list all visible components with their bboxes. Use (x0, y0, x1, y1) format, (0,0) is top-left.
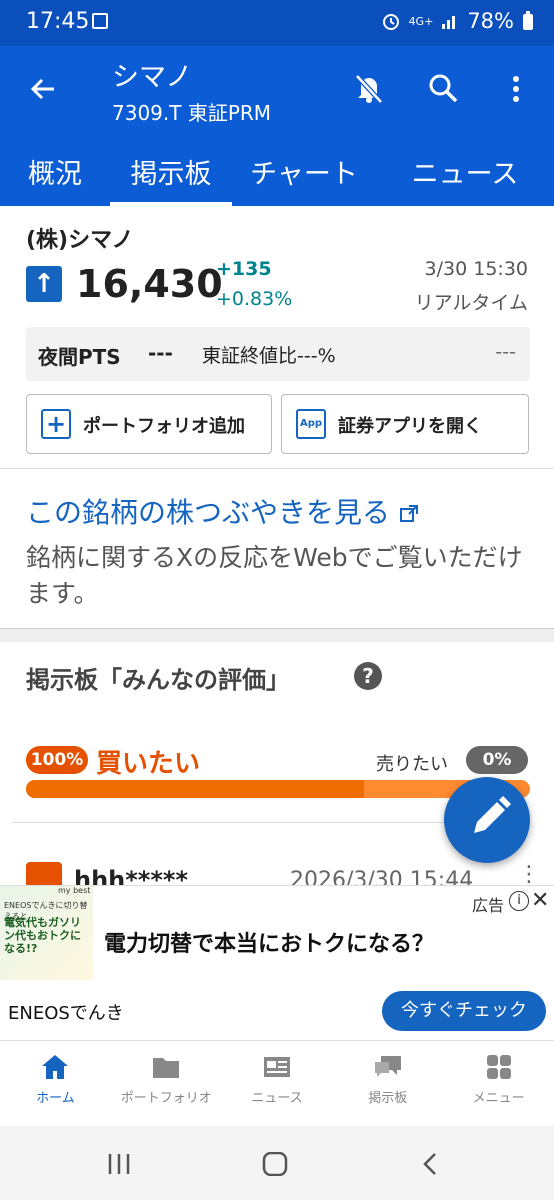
ticker-subtitle: 7309.T 東証PRM (112, 101, 272, 125)
home-button-icon[interactable] (262, 1152, 288, 1176)
nav-bbs[interactable]: 掲示板 (332, 1041, 443, 1126)
sell-percentage-badge: 0% (466, 746, 528, 774)
pts-panel: 夜間PTS --- 東証終値比---% --- (26, 327, 530, 381)
ad-image-headline: 電気代もガソリン代もおトクになる!? (4, 916, 81, 955)
grid-menu-icon (486, 1055, 511, 1079)
ad-cta-button[interactable]: 今すぐチェック (382, 991, 546, 1031)
home-icon (42, 1055, 69, 1079)
system-navigation-bar (0, 1126, 554, 1200)
app-icon: App (296, 409, 326, 439)
section-separator (0, 628, 554, 642)
ad-info-icon[interactable]: i (509, 891, 529, 911)
pts-value: --- (148, 341, 173, 365)
network-label: 4G+ (408, 14, 434, 28)
add-portfolio-label: ポートフォリオ追加 (83, 416, 245, 437)
clock: 17:45 (26, 9, 90, 34)
nav-news[interactable]: ニュース (222, 1041, 333, 1126)
recent-apps-icon[interactable] (106, 1152, 132, 1176)
back-button-icon[interactable] (420, 1152, 440, 1176)
ad-label: 広告 (472, 896, 505, 915)
tab-bbs[interactable]: 掲示板 (110, 140, 232, 206)
nav-portfolio-label: ポートフォリオ (120, 1091, 212, 1106)
bottom-navigation: ホーム ポートフォリオ ニュース 掲示板 メニュー (0, 1040, 554, 1126)
pts-right-value: --- (495, 341, 516, 363)
signal-icon (442, 16, 456, 29)
add-portfolio-button[interactable]: + ポートフォリオ追加 (26, 394, 272, 454)
divider (0, 468, 554, 469)
price-time: 3/30 15:30 (424, 258, 528, 280)
more-vert-icon[interactable] (506, 73, 526, 107)
nav-menu-label: メニュー (472, 1091, 525, 1106)
nav-home[interactable]: ホーム (0, 1041, 111, 1126)
ad-advertiser: ENEOSでんき (8, 1003, 124, 1024)
newspaper-icon (263, 1057, 290, 1077)
help-icon[interactable]: ? (354, 662, 382, 690)
tsubuyaki-description: 銘柄に関するXの反応をWebでご覧いただけます。 (26, 543, 523, 608)
battery-level: 78% (467, 9, 514, 33)
page-title: シマノ (112, 62, 193, 93)
nav-bbs-label: 掲示板 (368, 1091, 408, 1106)
search-icon[interactable] (426, 71, 460, 105)
realtime-label: リアルタイム (414, 292, 528, 314)
folder-icon (153, 1058, 180, 1078)
nav-home-label: ホーム (36, 1091, 75, 1106)
pts-ratio: 東証終値比---% (202, 345, 336, 367)
bell-off-icon[interactable] (352, 71, 386, 105)
pencil-icon (474, 796, 511, 833)
tab-overview[interactable]: 概況 (0, 140, 110, 206)
rating-bar-buy-fill (26, 780, 364, 798)
status-bar: 17:45 4G+ 78% (0, 0, 554, 46)
bbs-rating-title: 掲示板「みんなの評価」 (26, 666, 290, 694)
buy-label: 買いたい (96, 749, 201, 779)
buy-percentage-badge: 100% (26, 746, 88, 774)
image-notification-icon (92, 13, 108, 29)
open-app-label: 証券アプリを開く (338, 416, 482, 437)
ad-close-icon[interactable]: ✕ (531, 888, 549, 913)
open-securities-app-button[interactable]: App 証券アプリを開く (281, 394, 529, 454)
pts-label: 夜間PTS (38, 345, 121, 369)
battery-icon (523, 11, 533, 30)
company-name: (株)シマノ (26, 228, 134, 253)
alarm-icon (382, 14, 399, 30)
nav-news-label: ニュース (251, 1091, 303, 1106)
plus-icon: + (41, 409, 71, 439)
up-arrow-icon: ↑ (26, 266, 62, 302)
tsubuyaki-link[interactable]: この銘柄の株つぶやきを見る (26, 491, 419, 531)
ad-image[interactable]: my best ENEOSでんきに切り替えると 電気代もガソリン代もおトクになる… (0, 886, 93, 980)
ad-headline[interactable]: 電力切替で本当におトクになる？ (104, 926, 434, 958)
back-arrow-icon[interactable] (28, 74, 58, 112)
chat-bubbles-icon (374, 1056, 401, 1077)
tsubuyaki-link-label: この銘柄の株つぶやきを見る (26, 496, 391, 529)
ad-image-brand: my best (58, 886, 91, 895)
external-link-icon (399, 505, 418, 522)
ad-banner[interactable]: my best ENEOSでんきに切り替えると 電気代もガソリン代もおトクになる… (0, 885, 554, 1040)
tab-news[interactable]: ニュース (376, 140, 554, 206)
compose-post-button[interactable] (444, 777, 530, 863)
post-more-icon[interactable]: ⋮ (518, 862, 540, 887)
nav-menu[interactable]: メニュー (443, 1041, 554, 1126)
price-change: +135 (216, 258, 272, 280)
price-change-pct: +0.83% (216, 288, 293, 310)
status-icons: 4G+ 78% (381, 9, 534, 33)
tab-bar: 概況 掲示板 チャート ニュース (0, 140, 554, 206)
tab-chart[interactable]: チャート (232, 140, 376, 206)
stock-price: 16,430 (76, 262, 223, 306)
nav-portfolio[interactable]: ポートフォリオ (111, 1041, 222, 1126)
sell-label: 売りたい (376, 754, 448, 775)
